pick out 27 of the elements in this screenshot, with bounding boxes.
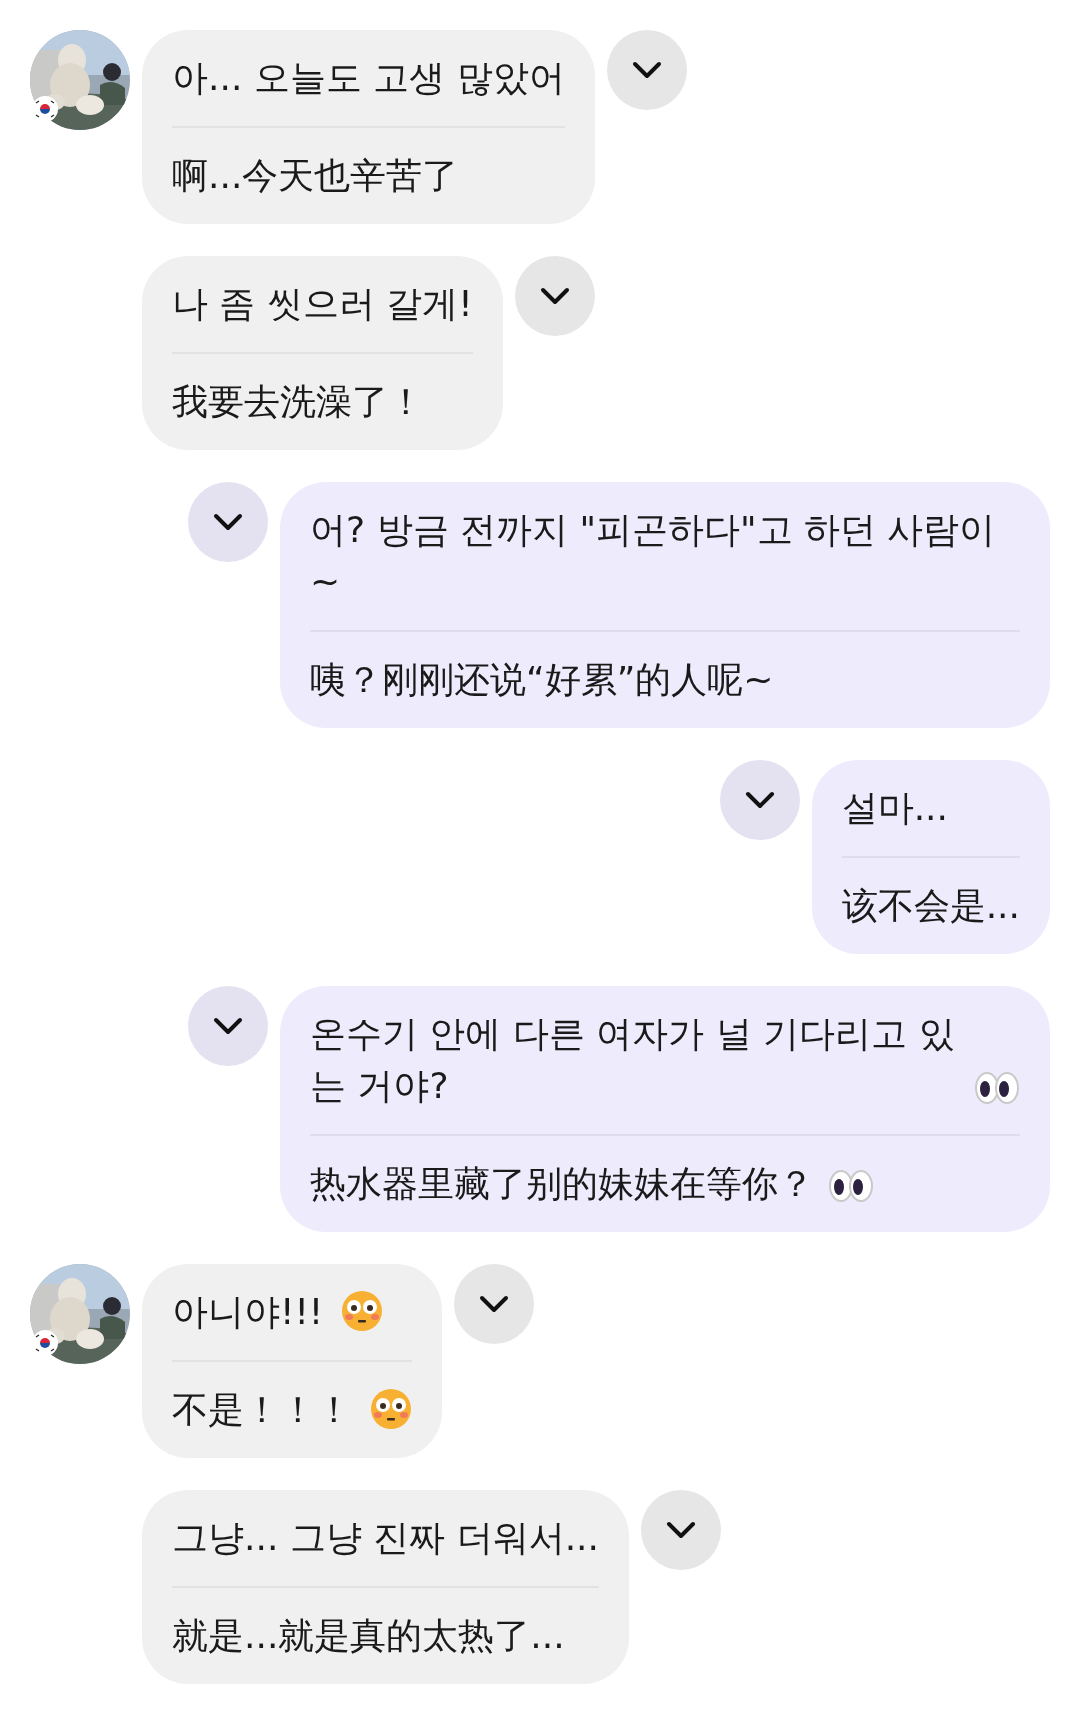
flushed-face-icon (341, 1290, 384, 1332)
message-text: 나 좀 씻으러 갈게! (172, 282, 473, 326)
chevron-down-icon (666, 1521, 696, 1539)
translation-text: 啊...今天也辛苦了 (172, 154, 459, 198)
chevron-down-icon (213, 1017, 243, 1035)
chevron-down-icon (213, 513, 243, 531)
message-text: 온수기 안에 다른 여자가 널 기다리고 있는 거야? (310, 1012, 956, 1108)
message-text: 설마... (841, 786, 948, 830)
message-text: 어? 방금 전까지 "피곤하다"고 하던 사람이~ (310, 508, 997, 604)
translation-text: 就是...就是真的太热了... (172, 1614, 565, 1658)
translation-text: 不是！！！ (172, 1388, 352, 1432)
flushed-face-icon (370, 1388, 412, 1430)
chevron-down-icon (631, 61, 662, 79)
translation-text: 该不会是... (841, 884, 1020, 928)
message-text: 아니야!!! (172, 1290, 324, 1334)
eyes-icon (828, 1168, 874, 1204)
flag-icon (32, 96, 58, 122)
flag-icon (32, 1330, 58, 1356)
message-text: 그냥... 그냥 진짜 더워서... (172, 1516, 599, 1560)
message-text: 아... 오늘도 고생 많았어 (172, 56, 565, 100)
translation-text: 热水器里藏了别的妹妹在等你？ (310, 1162, 814, 1206)
eyes-icon (974, 1070, 1020, 1106)
translation-text: 我要去洗澡了！ (172, 380, 424, 424)
chevron-down-icon (539, 287, 570, 305)
chevron-down-icon (744, 791, 775, 809)
translation-text: 咦？刚刚还说“好累”的人呢~ (310, 658, 774, 702)
chevron-down-icon (479, 1295, 509, 1313)
